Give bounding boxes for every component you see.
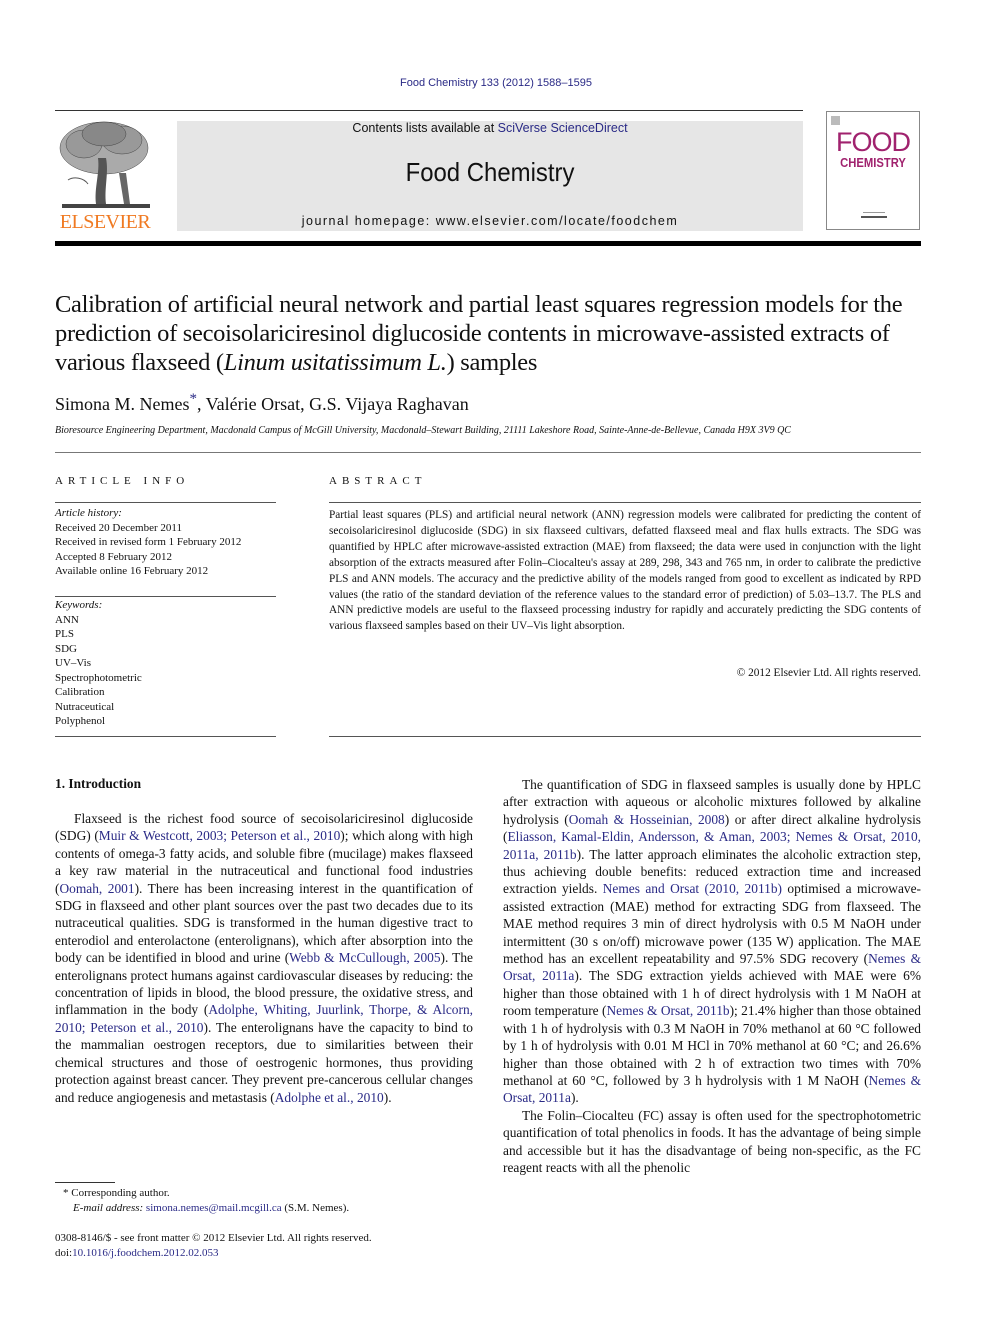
cover-title-chemistry: CHEMISTRY xyxy=(840,156,906,170)
section-heading-introduction: 1. Introduction xyxy=(55,776,142,791)
body-text: The Folin–Ciocalteu (FC) assay is often … xyxy=(503,1107,921,1175)
footnote-marker: * xyxy=(63,1187,69,1199)
article-info-heading: ARTICLE INFO xyxy=(55,475,190,487)
citation-link[interactable]: Food Chemistry 133 (2012) 1588–1595 xyxy=(400,77,592,89)
keyword: Spectrophotometric xyxy=(55,671,142,684)
title-text-end: ) samples xyxy=(446,349,538,376)
elsevier-logo[interactable]: ELSEVIER xyxy=(54,118,156,232)
affiliation: Bioresource Engineering Department, Macd… xyxy=(55,425,791,436)
journal-citation[interactable]: Food Chemistry 133 (2012) 1588–1595 xyxy=(0,77,992,89)
keyword: Polyphenol xyxy=(55,715,106,727)
citation-link[interactable]: Webb & McCullough, 2005 xyxy=(289,950,440,965)
divider xyxy=(55,110,803,111)
body-text: ). xyxy=(570,1090,579,1106)
paragraph: Flaxseed is the richest food source of s… xyxy=(55,810,473,1106)
sciencedirect-link[interactable]: SciVerse ScienceDirect xyxy=(498,121,628,135)
history-item: Received 20 December 2011 xyxy=(55,521,182,534)
citation-link[interactable]: Muir & Westcott, 2003; Peterson et al., … xyxy=(99,828,341,843)
body-column-left: Flaxseed is the richest food source of s… xyxy=(55,810,473,1106)
issn-line: 0308-8146/$ - see front matter © 2012 El… xyxy=(55,1232,372,1244)
email-link[interactable]: simona.nemes@mail.mcgill.ca xyxy=(146,1202,282,1214)
contents-prefix: Contents lists available at xyxy=(352,121,498,135)
divider xyxy=(55,736,276,737)
footnote: * Corresponding author. E-mail address: … xyxy=(55,1186,349,1216)
keyword: Calibration xyxy=(55,686,105,698)
divider xyxy=(329,502,921,503)
cover-title-food: FOOD xyxy=(836,127,911,157)
article-history: Article history: Received 20 December 20… xyxy=(55,506,241,579)
header-divider xyxy=(55,241,921,246)
corresponding-author-note: Corresponding author. xyxy=(71,1187,170,1199)
paragraph: The quantification of SDG in flaxseed sa… xyxy=(503,776,921,1107)
divider xyxy=(55,502,276,503)
doi-link[interactable]: 10.1016/j.foodchem.2012.02.053 xyxy=(72,1247,218,1259)
keywords: Keywords: ANN PLS SDG UV–Vis Spectrophot… xyxy=(55,598,142,729)
title-species: Linum usitatissimum L. xyxy=(223,349,447,376)
abstract-text: Partial least squares (PLS) and artifici… xyxy=(329,509,921,633)
keyword: ANN xyxy=(55,613,79,626)
corresponding-author-marker[interactable]: * xyxy=(190,391,198,407)
journal-masthead: Contents lists available at SciVerse Sci… xyxy=(177,121,803,231)
footnote-divider xyxy=(55,1182,115,1183)
citation-link[interactable]: Nemes & Orsat, 2011b xyxy=(606,1003,729,1018)
contents-line: Contents lists available at SciVerse Sci… xyxy=(177,121,803,135)
cover-fineprint xyxy=(861,216,887,218)
divider xyxy=(55,596,276,597)
abstract-copyright: © 2012 Elsevier Ltd. All rights reserved… xyxy=(736,667,921,679)
tree-icon xyxy=(59,121,150,208)
divider xyxy=(55,452,921,453)
history-label: Article history: xyxy=(55,507,122,519)
doi-line: doi:10.1016/j.foodchem.2012.02.053 xyxy=(55,1246,372,1261)
email-owner: (S.M. Nemes). xyxy=(281,1202,350,1214)
journal-cover[interactable]: FOOD CHEMISTRY xyxy=(826,111,920,230)
history-item: Accepted 8 February 2012 xyxy=(55,550,172,563)
keyword: PLS xyxy=(55,628,74,640)
history-item: Available online 16 February 2012 xyxy=(55,565,209,577)
keyword: Nutraceutical xyxy=(55,700,115,713)
elsevier-wordmark: ELSEVIER xyxy=(59,211,151,233)
body-text: ). xyxy=(383,1089,392,1105)
email-label: E-mail address: xyxy=(73,1202,144,1214)
citation-link[interactable]: Nemes and Orsat (2010, 2011b) xyxy=(603,881,782,896)
divider xyxy=(329,736,921,737)
citation-link[interactable]: Oomah & Hosseinian, 2008 xyxy=(569,812,725,827)
citation-link[interactable]: Adolphe et al., 2010 xyxy=(275,1090,384,1105)
keyword: UV–Vis xyxy=(55,657,92,669)
author-list: Simona M. Nemes*, Valérie Orsat, G.S. Vi… xyxy=(55,391,469,415)
author-names[interactable]: , Valérie Orsat, G.S. Vijaya Raghavan xyxy=(197,394,469,414)
keyword: SDG xyxy=(55,642,78,655)
journal-homepage-link[interactable]: journal homepage: www.elsevier.com/locat… xyxy=(177,214,803,228)
keywords-label: Keywords: xyxy=(55,599,103,611)
citation-link[interactable]: Oomah, 2001 xyxy=(59,881,134,896)
paragraph: The Folin–Ciocalteu (FC) assay is often … xyxy=(503,1107,921,1177)
cover-fineprint xyxy=(863,212,885,213)
cover-publisher-icon xyxy=(831,116,840,125)
history-item: Received in revised form 1 February 2012 xyxy=(55,536,242,548)
article-title: Calibration of artificial neural network… xyxy=(55,290,925,377)
front-matter: 0308-8146/$ - see front matter © 2012 El… xyxy=(55,1231,372,1261)
journal-title: Food Chemistry xyxy=(405,157,575,187)
body-column-right: The quantification of SDG in flaxseed sa… xyxy=(503,776,921,1176)
doi-prefix: doi: xyxy=(55,1247,73,1259)
author-name[interactable]: Simona M. Nemes xyxy=(55,394,190,414)
abstract-heading: ABSTRACT xyxy=(329,475,427,487)
